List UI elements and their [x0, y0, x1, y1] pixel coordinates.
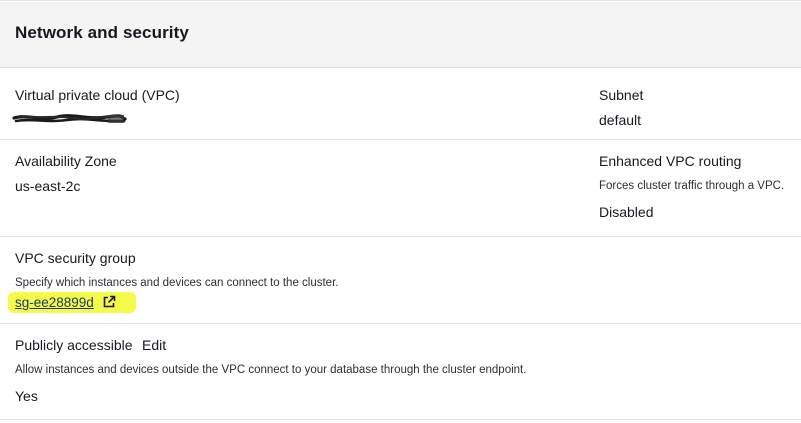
availability-zone-label: Availability Zone: [15, 153, 117, 169]
vpc-label: Virtual private cloud (VPC): [15, 87, 180, 103]
row-divider: [0, 236, 801, 237]
security-group-label: VPC security group: [15, 250, 136, 266]
publicly-accessible-description: Allow instances and devices outside the …: [15, 364, 527, 376]
external-link-icon[interactable]: [102, 295, 116, 309]
panel-title: Network and security: [15, 23, 189, 42]
publicly-accessible-edit-button[interactable]: Edit: [142, 337, 166, 353]
publicly-accessible-label: Publicly accessible: [15, 337, 133, 353]
row-divider: [0, 419, 801, 420]
subnet-value: default: [599, 112, 642, 128]
subnet-label: Subnet: [599, 87, 644, 103]
security-group-link[interactable]: sg-ee28899d: [15, 295, 94, 310]
publicly-accessible-value: Yes: [15, 388, 38, 404]
enhanced-vpc-routing-description: Forces cluster traffic through a VPC.: [599, 180, 785, 192]
network-security-panel: Network and security Virtual private clo…: [0, 0, 801, 423]
availability-zone-value: us-east-2c: [15, 178, 81, 194]
redacted-vpc-id: [12, 114, 127, 123]
enhanced-vpc-routing-value: Disabled: [599, 204, 654, 220]
panel-header: Network and security: [0, 2, 801, 68]
enhanced-vpc-routing-label: Enhanced VPC routing: [599, 153, 742, 169]
row-divider: [0, 323, 801, 324]
row-divider: [0, 139, 801, 140]
security-group-description: Specify which instances and devices can …: [15, 277, 339, 289]
